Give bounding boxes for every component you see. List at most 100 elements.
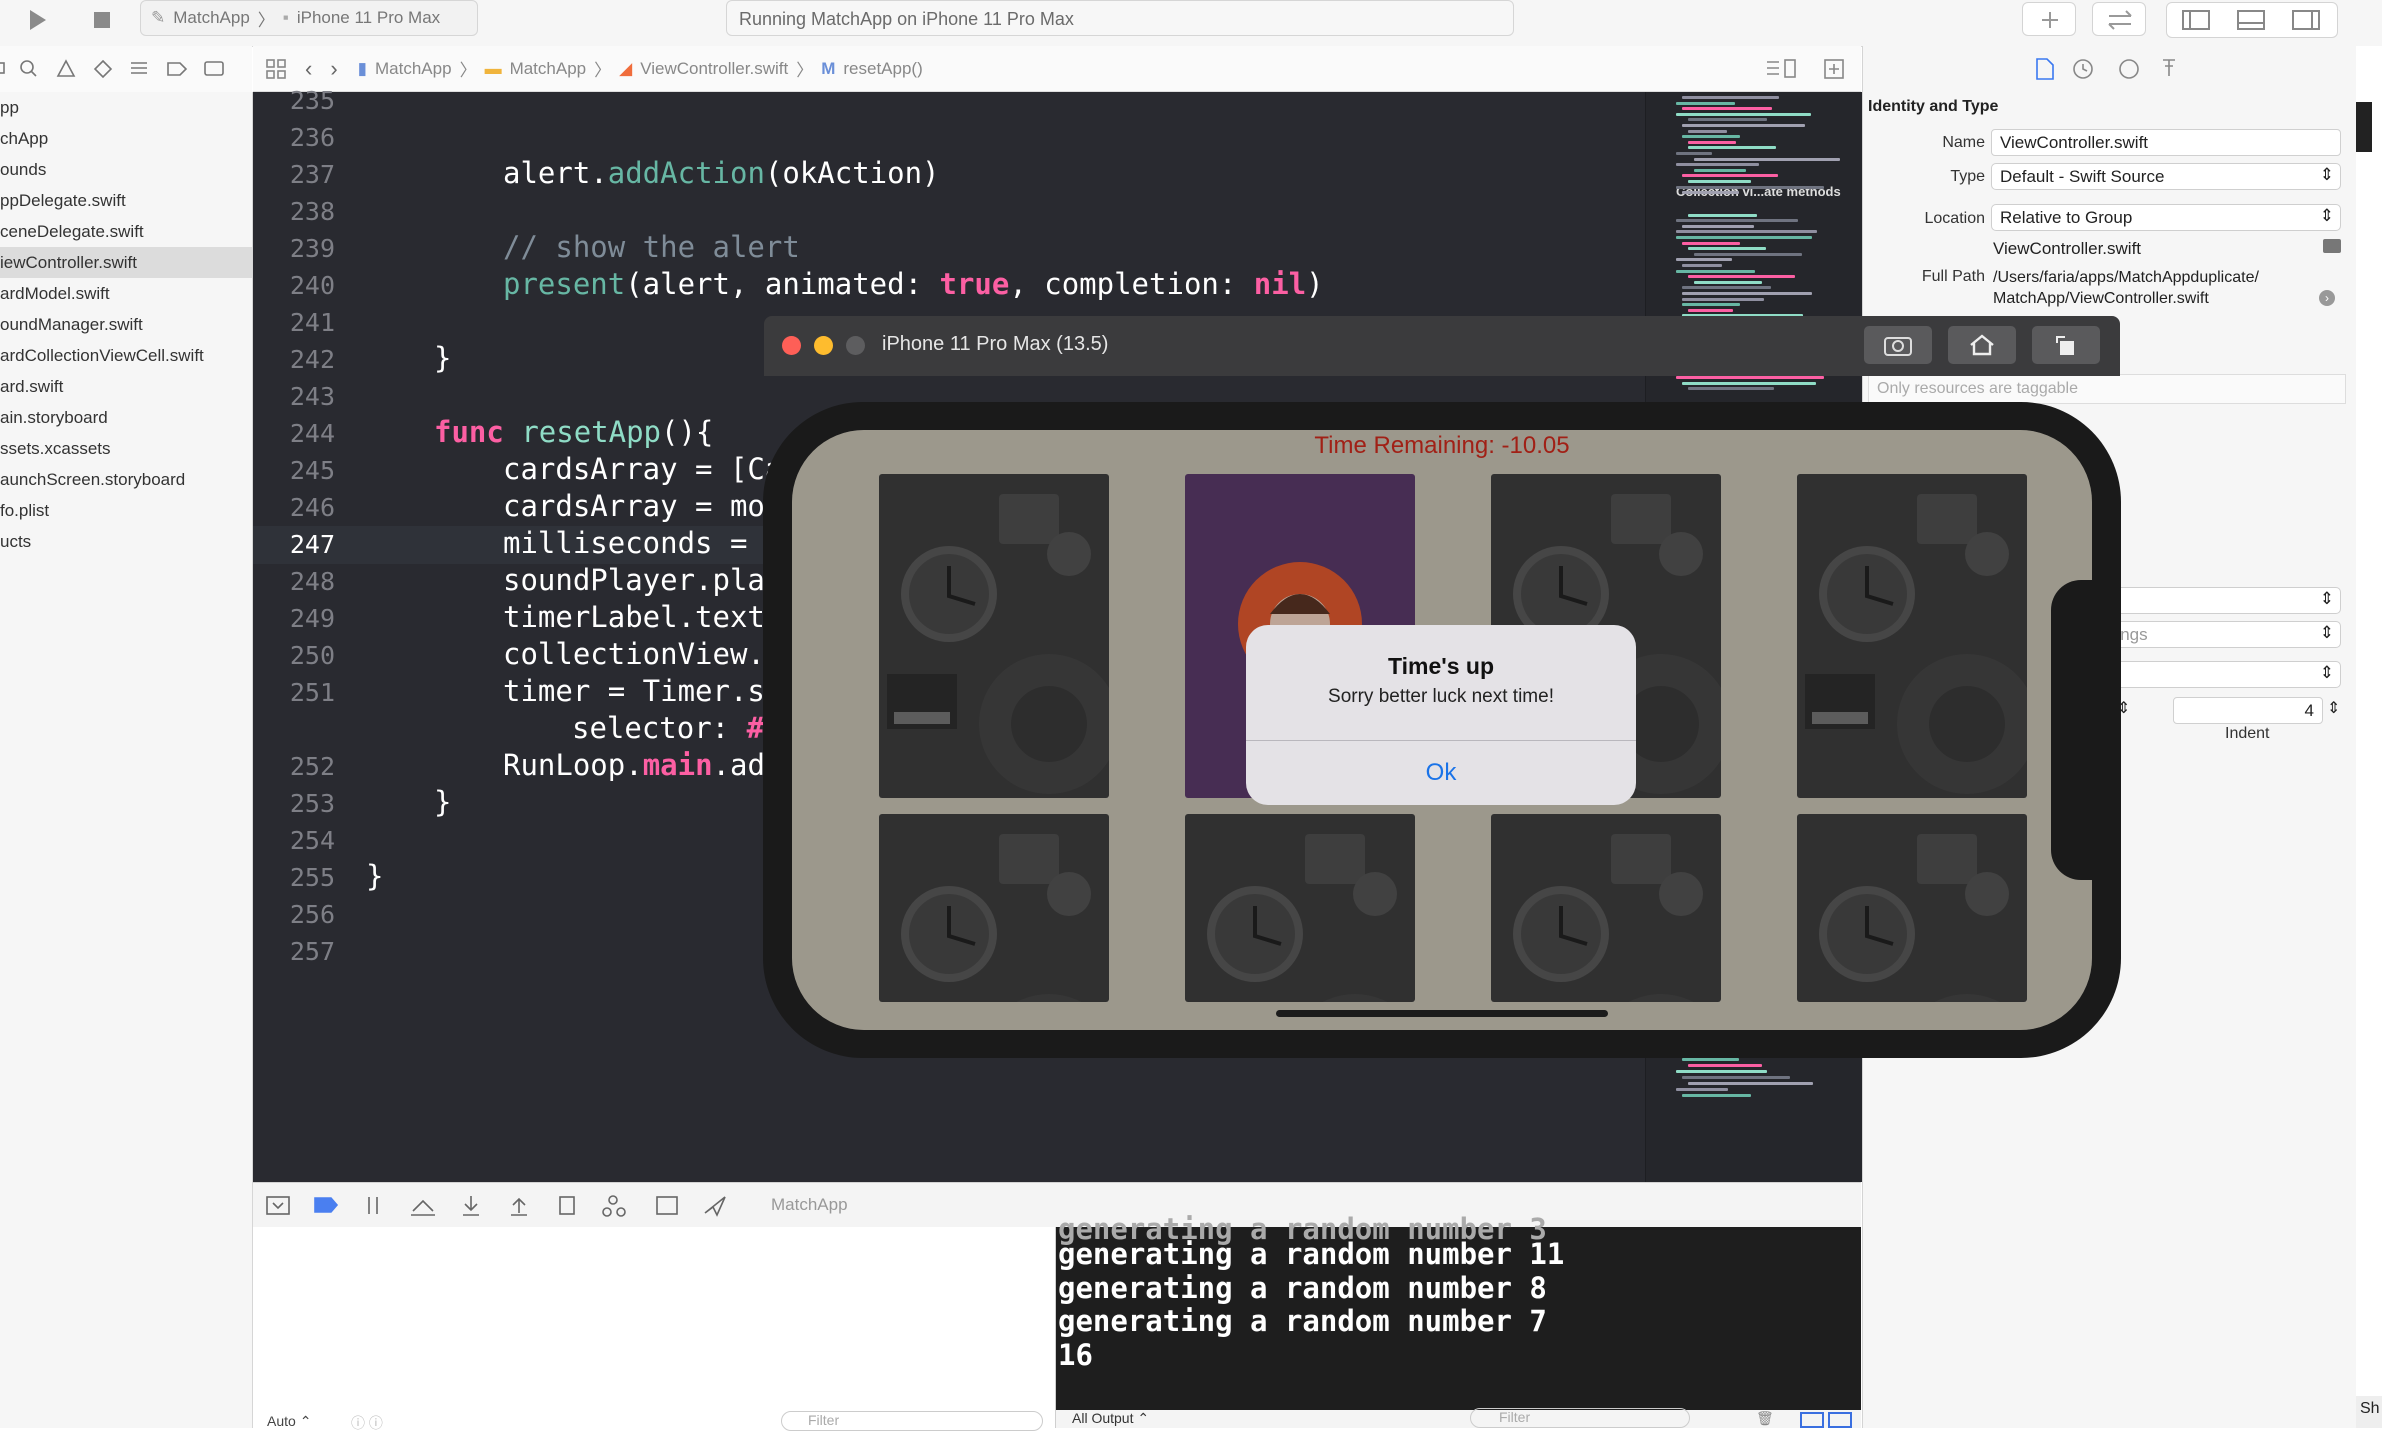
navigator-file-item[interactable]: fo.plist bbox=[0, 495, 252, 526]
folder-icon[interactable] bbox=[0, 62, 5, 74]
attributes-icon[interactable] bbox=[2163, 59, 2175, 76]
line-number[interactable]: 252 bbox=[253, 752, 335, 781]
folder-icon[interactable] bbox=[2323, 239, 2341, 253]
alert-ok-button[interactable]: Ok bbox=[1246, 741, 1636, 805]
file-inspector-icon[interactable] bbox=[2036, 58, 2054, 80]
pause-icon[interactable] bbox=[368, 1197, 378, 1214]
breadcrumb-group[interactable]: MatchApp bbox=[510, 59, 587, 79]
navigator-file-item[interactable]: ssets.xcassets bbox=[0, 433, 252, 464]
line-number[interactable]: 253 bbox=[253, 789, 335, 818]
breadcrumb-file[interactable]: ViewController.swift bbox=[640, 59, 788, 79]
tags-field[interactable]: Only resources are taggable bbox=[1868, 374, 2346, 404]
location-icon[interactable] bbox=[704, 1196, 726, 1217]
type-select[interactable]: Default - Swift Source ⇕ bbox=[1991, 163, 2341, 190]
line-number[interactable]: 236 bbox=[253, 123, 335, 152]
step-out-icon[interactable] bbox=[511, 1197, 527, 1216]
navigator-file-item[interactable]: oundManager.swift bbox=[0, 309, 252, 340]
line-number[interactable]: 250 bbox=[253, 641, 335, 670]
screenshot-button[interactable] bbox=[1864, 326, 1932, 364]
run-button[interactable] bbox=[14, 4, 58, 36]
line-number[interactable]: 239 bbox=[253, 234, 335, 263]
line-number[interactable]: 249 bbox=[253, 604, 335, 633]
navigator-file-item[interactable]: ucts bbox=[0, 526, 252, 557]
indent-width-field[interactable]: 4 bbox=[2173, 697, 2323, 724]
line-number[interactable]: 257 bbox=[253, 937, 335, 966]
console-filter-field[interactable]: Filter bbox=[1470, 1408, 1690, 1428]
line-number[interactable]: 254 bbox=[253, 826, 335, 855]
forward-icon[interactable]: › bbox=[330, 56, 337, 82]
view-debugger-icon[interactable] bbox=[559, 1196, 575, 1215]
navigator-file-item[interactable]: iewController.swift bbox=[0, 247, 252, 278]
navigator-file-item[interactable]: ardModel.swift bbox=[0, 278, 252, 309]
list-icon[interactable] bbox=[1765, 58, 1799, 85]
scheme-selector[interactable]: ✎ MatchApp 〉 ▪ iPhone 11 Pro Max bbox=[140, 0, 478, 36]
navigator-file-item[interactable]: ain.storyboard bbox=[0, 402, 252, 433]
line-number[interactable]: 247 bbox=[253, 530, 335, 559]
navigator-file-item[interactable]: ardCollectionViewCell.swift bbox=[0, 340, 252, 371]
code-review-button[interactable] bbox=[2092, 2, 2146, 36]
breadcrumb-project[interactable]: MatchApp bbox=[375, 59, 452, 79]
reveal-arrow-icon[interactable]: › bbox=[2319, 290, 2335, 306]
line-number[interactable]: 240 bbox=[253, 271, 335, 300]
vars-filter-field[interactable]: Filter bbox=[781, 1411, 1043, 1431]
navigator-toggle-icon[interactable] bbox=[2167, 3, 2223, 37]
debug-toggle-icon[interactable] bbox=[2223, 3, 2279, 37]
minimize-window-button[interactable] bbox=[814, 336, 833, 355]
line-number[interactable]: 241 bbox=[253, 308, 335, 337]
back-icon[interactable]: ‹ bbox=[305, 56, 312, 82]
location-select[interactable]: Relative to Group ⇕ bbox=[1991, 204, 2341, 231]
variables-view[interactable]: Auto ⌃ ⓘ ⓘ Filter bbox=[253, 1227, 1056, 1431]
home-indicator[interactable] bbox=[1276, 1010, 1608, 1017]
navigator-file-item[interactable]: pp bbox=[0, 92, 252, 123]
vars-scope-selector[interactable]: Auto ⌃ bbox=[267, 1413, 311, 1430]
navigator-file-item[interactable]: ppDelegate.swift bbox=[0, 185, 252, 216]
report-icon[interactable] bbox=[204, 61, 224, 76]
line-number[interactable]: 251 bbox=[253, 678, 335, 707]
indent-stepper-icon[interactable]: ⇕ bbox=[2327, 698, 2340, 718]
output-mode-selector[interactable]: All Output ⌃ bbox=[1072, 1410, 1149, 1427]
name-field[interactable]: ViewController.swift bbox=[1991, 129, 2341, 156]
line-number[interactable]: 244 bbox=[253, 419, 335, 448]
zoom-window-button[interactable] bbox=[846, 336, 865, 355]
rotate-button[interactable] bbox=[2032, 326, 2100, 364]
line-number[interactable]: 255 bbox=[253, 863, 335, 892]
hide-debug-icon[interactable] bbox=[266, 1196, 290, 1215]
line-number[interactable]: 248 bbox=[253, 567, 335, 596]
debug-nav-icon[interactable] bbox=[131, 62, 147, 74]
line-number[interactable]: 246 bbox=[253, 493, 335, 522]
line-number[interactable]: 242 bbox=[253, 345, 335, 374]
breakpoint-icon[interactable] bbox=[167, 62, 188, 76]
test-icon[interactable] bbox=[93, 59, 113, 79]
split-right-icon[interactable] bbox=[1828, 1412, 1852, 1428]
line-number[interactable]: 238 bbox=[253, 197, 335, 226]
memory-graph-icon[interactable] bbox=[608, 1195, 618, 1205]
related-items-icon[interactable] bbox=[265, 58, 287, 80]
home-button[interactable] bbox=[1948, 326, 2016, 364]
breadcrumb-method[interactable]: resetApp() bbox=[843, 59, 922, 79]
line-number[interactable]: 256 bbox=[253, 900, 335, 929]
library-button[interactable] bbox=[2022, 2, 2076, 36]
line-number[interactable]: 237 bbox=[253, 160, 335, 189]
line-number[interactable]: 235 bbox=[253, 86, 335, 115]
navigator-file-item[interactable]: ounds bbox=[0, 154, 252, 185]
split-left-icon[interactable] bbox=[1800, 1412, 1824, 1428]
info-icon[interactable]: ⓘ ⓘ bbox=[351, 1413, 383, 1433]
stop-button[interactable] bbox=[80, 4, 124, 36]
navigator-file-item[interactable]: chApp bbox=[0, 123, 252, 154]
navigator-file-item[interactable]: ard.swift bbox=[0, 371, 252, 402]
navigator-file-item[interactable]: aunchScreen.storyboard bbox=[0, 464, 252, 495]
warning-icon[interactable] bbox=[56, 59, 76, 77]
add-editor-icon[interactable] bbox=[1823, 58, 1845, 85]
navigator-file-item[interactable]: ceneDelegate.swift bbox=[0, 216, 252, 247]
environment-icon[interactable] bbox=[656, 1196, 678, 1215]
help-icon[interactable] bbox=[2119, 59, 2139, 79]
trash-icon[interactable]: 🗑 bbox=[1756, 1410, 1774, 1427]
line-number[interactable]: 243 bbox=[253, 382, 335, 411]
step-over-icon[interactable] bbox=[411, 1199, 435, 1216]
close-window-button[interactable] bbox=[782, 336, 801, 355]
console-output[interactable]: generating a random number 3 generating … bbox=[1056, 1212, 1861, 1428]
inspector-toggle-icon[interactable] bbox=[2279, 3, 2335, 37]
step-into-icon[interactable] bbox=[463, 1196, 479, 1216]
breakpoints-toggle-icon[interactable] bbox=[314, 1197, 339, 1213]
line-number[interactable]: 245 bbox=[253, 456, 335, 485]
